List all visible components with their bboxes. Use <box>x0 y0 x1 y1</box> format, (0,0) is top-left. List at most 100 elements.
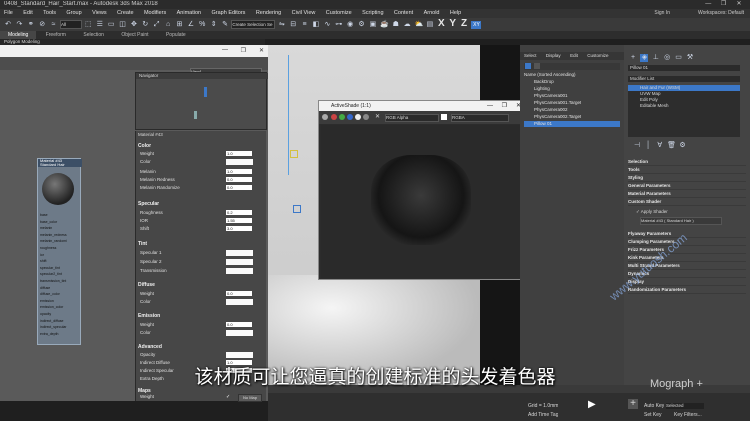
edit-named-sel-icon[interactable]: ✎ <box>221 21 229 29</box>
menu-rendering[interactable]: Rendering <box>256 9 281 18</box>
param-value[interactable]: 0.0 <box>226 185 252 190</box>
schematic-icon[interactable]: ⊶ <box>335 21 343 29</box>
place-icon[interactable]: ⌂ <box>164 21 172 29</box>
render-online-icon[interactable]: ⛅ <box>415 21 424 29</box>
tab-display[interactable]: Display <box>542 52 565 60</box>
light-icon[interactable] <box>293 205 301 213</box>
select-by-name-icon[interactable]: ☰ <box>96 21 104 29</box>
activeshade-maximize-icon[interactable]: ❐ <box>502 101 507 111</box>
filter-icon[interactable] <box>525 63 531 69</box>
pin-stack-icon[interactable]: ⊣ <box>633 142 641 150</box>
rotate-icon[interactable]: ↻ <box>141 21 149 29</box>
layer-explorer-icon[interactable] <box>534 63 541 69</box>
blue-channel-icon[interactable] <box>347 114 353 120</box>
map-enable-checkbox[interactable]: ✓ <box>226 394 230 400</box>
slate-minimize-icon[interactable]: — <box>222 47 228 53</box>
tab-modeling[interactable]: Modeling <box>0 31 37 39</box>
group-advanced[interactable]: Advanced <box>138 344 162 350</box>
axis-z-button[interactable]: Z <box>460 19 468 29</box>
no-map-button[interactable]: No Map <box>238 394 262 402</box>
param-value[interactable]: 3.0 <box>226 226 252 231</box>
explorer-item-physcamera001[interactable]: PhysCamera001 <box>524 93 568 99</box>
material-editor-icon[interactable]: ◉ <box>346 21 354 29</box>
channel-dropdown[interactable]: RGB Alpha <box>385 114 439 122</box>
activeshade-render[interactable] <box>321 125 523 278</box>
param-value[interactable]: 0.2 <box>226 210 252 215</box>
node-port[interactable]: specular2_tint <box>40 272 76 277</box>
layer-icon[interactable]: ≡ <box>301 21 309 29</box>
tab-select[interactable]: Select <box>520 52 541 60</box>
maximize-button[interactable]: ❐ <box>717 0 731 7</box>
render-icon[interactable]: ☕ <box>380 21 389 29</box>
node-port[interactable]: melanin <box>40 226 76 231</box>
color-swatch[interactable] <box>226 259 253 265</box>
node-port[interactable]: roughness <box>40 246 76 251</box>
color-swatch[interactable] <box>226 268 253 274</box>
menu-scripting[interactable]: Scripting <box>362 9 383 18</box>
rollout-material-params[interactable]: Material Parameters <box>628 190 746 198</box>
link-icon[interactable]: ⚭ <box>27 21 35 29</box>
menu-create[interactable]: Create <box>117 9 134 18</box>
minimize-button[interactable]: — <box>701 1 715 7</box>
material-node[interactable]: Material #43 Standard Hair base base_colo… <box>37 158 82 345</box>
explorer-item-pillow[interactable]: Pillow 01 <box>524 121 620 127</box>
percent-snap-icon[interactable]: % <box>198 21 206 29</box>
tab-object-paint[interactable]: Object Paint <box>113 31 156 39</box>
node-port[interactable]: ior <box>40 253 76 258</box>
axis-x-button[interactable]: X <box>437 19 445 29</box>
tab-selection[interactable]: Selection <box>75 31 112 39</box>
explorer-item-backdrop[interactable]: BackDrop <box>524 79 554 85</box>
rollout-display[interactable]: Display <box>628 278 746 286</box>
group-specular[interactable]: Specular <box>138 201 159 207</box>
unlink-icon[interactable]: ⊘ <box>38 21 46 29</box>
polygon-modeling-label[interactable]: Polygon Modeling <box>0 39 40 44</box>
node-port[interactable]: emission <box>40 299 76 304</box>
key-filters-button[interactable]: Key Filters... <box>674 412 702 418</box>
node-port[interactable]: melanin_redness <box>40 233 76 238</box>
mirror-icon[interactable]: ⇋ <box>278 21 286 29</box>
move-icon[interactable]: ✥ <box>130 21 138 29</box>
create-tab-icon[interactable]: + <box>629 54 637 62</box>
modify-tab-icon[interactable]: ◈ <box>640 54 649 62</box>
red-channel-icon[interactable] <box>331 114 337 120</box>
node-port[interactable]: opacity <box>40 312 76 317</box>
rollout-styling[interactable]: Styling <box>628 174 746 182</box>
color-swatch[interactable] <box>226 299 253 305</box>
workspace-select[interactable]: Workspaces: Default <box>698 10 744 16</box>
auto-key-button[interactable]: Auto Key <box>644 403 664 409</box>
remove-modifier-icon[interactable]: 🗑 <box>667 142 676 150</box>
node-port[interactable]: base <box>40 213 76 218</box>
selection-set-dropdown[interactable]: Create Selection Se <box>231 20 276 30</box>
menu-civil-view[interactable]: Civil View <box>292 9 316 18</box>
explorer-item-physcamera001-target[interactable]: PhysCamera001.Target <box>524 100 581 106</box>
apply-shader-checkbox[interactable]: ✓ Apply Shader <box>636 209 668 215</box>
rect-select-icon[interactable]: ▭ <box>107 21 115 29</box>
menu-graph-editors[interactable]: Graph Editors <box>212 9 246 18</box>
menu-views[interactable]: Views <box>92 9 107 18</box>
render-frame-icon[interactable]: ▣ <box>369 21 377 29</box>
save-icon[interactable]: ▤ <box>426 21 434 29</box>
angle-snap-icon[interactable]: ∠ <box>187 21 195 29</box>
axis-y-button[interactable]: Y <box>449 19 457 29</box>
set-key-button[interactable]: Set Key <box>644 412 662 418</box>
select-icon[interactable]: ⬚ <box>84 21 92 29</box>
selection-filter[interactable]: All <box>59 20 82 30</box>
sign-in-button[interactable]: Sign In <box>654 10 670 16</box>
scale-icon[interactable]: ⤢ <box>153 21 161 29</box>
group-diffuse[interactable]: Diffuse <box>138 282 155 288</box>
render-iterative-icon[interactable]: ☗ <box>392 21 400 29</box>
node-port[interactable]: diffuse_color <box>40 292 76 297</box>
graphite-icon[interactable]: ◧ <box>312 21 320 29</box>
curve-editor-icon[interactable]: ∿ <box>323 21 331 29</box>
group-color[interactable]: Color <box>138 143 151 149</box>
param-value[interactable]: 1.0 <box>226 169 252 174</box>
explorer-item-physcamera002[interactable]: PhysCamera002 <box>524 107 568 113</box>
snap-icon[interactable]: ⊞ <box>175 21 183 29</box>
undo-icon[interactable]: ↶ <box>4 21 12 29</box>
alpha-channel-icon[interactable] <box>355 114 361 120</box>
menu-file[interactable]: File <box>4 9 13 18</box>
node-port[interactable]: indirect_diffuse <box>40 319 76 324</box>
group-tint[interactable]: Tint <box>138 241 147 247</box>
menu-edit[interactable]: Edit <box>23 9 32 18</box>
modifier-list-dropdown[interactable]: Modifier List <box>628 76 740 82</box>
